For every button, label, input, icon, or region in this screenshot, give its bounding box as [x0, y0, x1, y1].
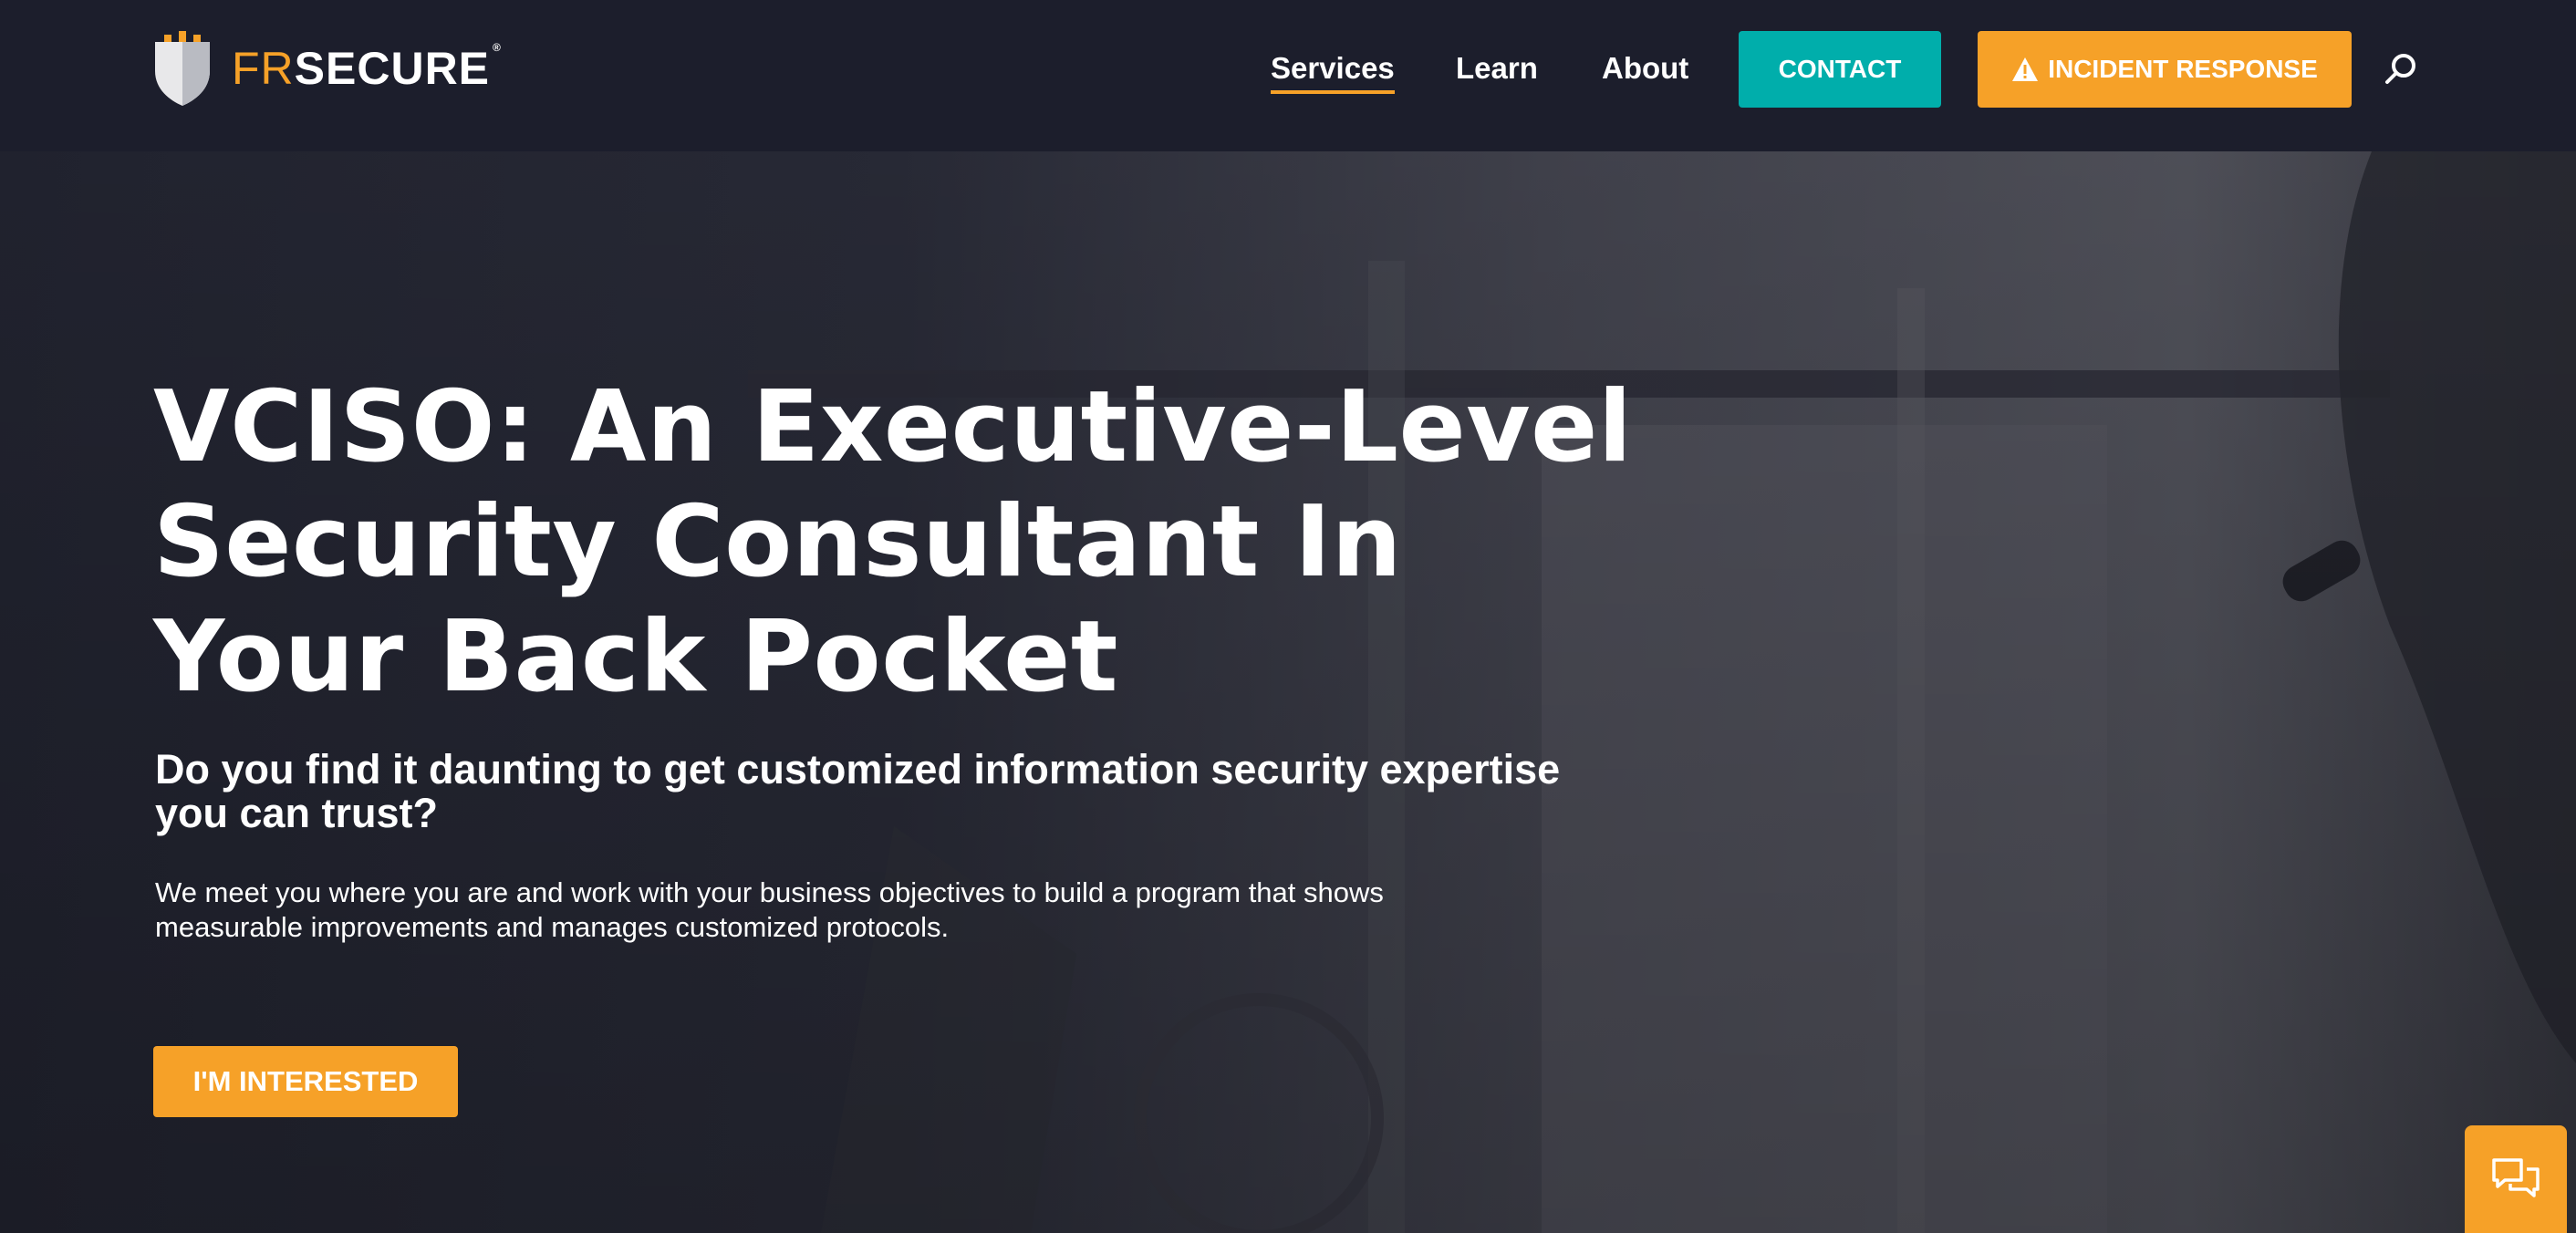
- hero-title-line: VCISO: An Executive-Level: [153, 370, 1633, 484]
- site-header: FRSECURE ® Services Learn About CONTACT I…: [0, 0, 2576, 151]
- hero-title-line: Security Consultant In: [153, 485, 1403, 599]
- nav-about[interactable]: About: [1602, 47, 1688, 89]
- search-icon[interactable]: [2383, 51, 2419, 88]
- hero-section: VCISO: An Executive-Level Security Consu…: [0, 151, 2576, 1233]
- incident-response-button[interactable]: INCIDENT RESPONSE: [1978, 31, 2352, 108]
- logo-prefix: FR: [232, 43, 295, 94]
- contact-button[interactable]: CONTACT: [1739, 31, 1941, 108]
- frsecure-logo[interactable]: FRSECURE ®: [151, 29, 502, 108]
- shield-logo-icon: [155, 31, 210, 106]
- im-interested-button[interactable]: I'M INTERESTED: [153, 1046, 458, 1117]
- hero-title: VCISO: An Executive-Level Security Consu…: [153, 370, 1633, 715]
- chat-widget-button[interactable]: [2465, 1125, 2567, 1233]
- nav-services[interactable]: Services: [1271, 47, 1395, 94]
- page: FRSECURE ® Services Learn About CONTACT I…: [0, 0, 2576, 1233]
- incident-response-label: INCIDENT RESPONSE: [2048, 55, 2318, 83]
- nav-learn[interactable]: Learn: [1456, 47, 1538, 89]
- im-interested-label: I'M INTERESTED: [192, 1065, 419, 1097]
- hero-subtitle: Do you find it daunting to get customize…: [155, 746, 1561, 836]
- logo-wordmark: FRSECURE ®: [232, 42, 502, 94]
- hero-title-line: Your Back Pocket: [153, 600, 1119, 714]
- chat-bubbles-icon: [2492, 1158, 2540, 1197]
- contact-button-label: CONTACT: [1778, 55, 1902, 83]
- warning-triangle-icon: [2012, 57, 2039, 81]
- registered-mark: ®: [493, 41, 502, 54]
- logo-suffix: SECURE: [294, 43, 491, 94]
- hero-description: We meet you where you are and work with …: [155, 876, 1384, 943]
